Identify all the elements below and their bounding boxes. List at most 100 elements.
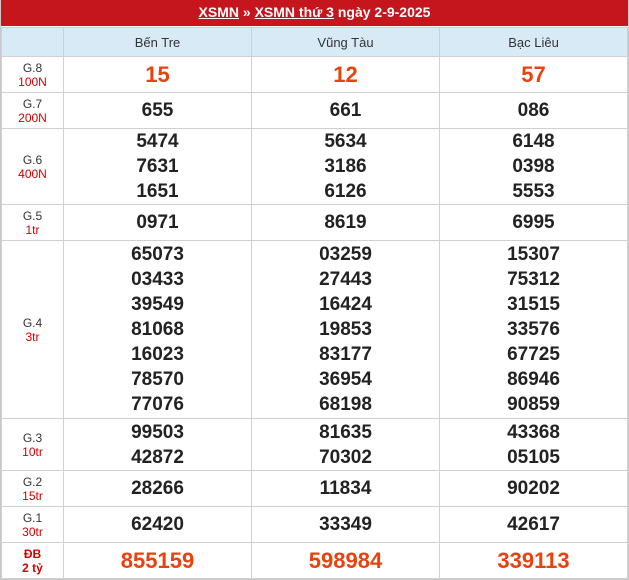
prize-label-cell: ĐB 2 tỷ [1,542,64,579]
result-number: 81068 [131,319,184,340]
result-cell: 855159 [63,542,252,579]
result-number: 43368 [507,421,560,443]
result-number: 70302 [319,446,372,468]
prize-label-cell: G.4 3tr [1,240,64,419]
result-cell: 81635 70302 [251,418,440,471]
prize-amount: 200N [18,110,47,125]
result-number: 42617 [507,514,560,535]
result-number: 81635 [319,421,372,443]
prize-amount: 15tr [22,488,43,503]
prize-name: G.2 [22,474,43,489]
result-number: 39549 [131,294,184,315]
result-cell: 5474 7631 1651 [63,128,252,205]
result-number: 19853 [319,319,372,340]
result-number: 16023 [131,344,184,365]
result-number: 36954 [319,369,372,390]
prize-name: G.8 [22,60,43,75]
prize-row-g4: G.4 3tr 65073 03433 39549 81068 16023 78570 7707… [1,240,628,419]
result-number: 57 [521,61,546,87]
result-number: 0398 [512,156,555,177]
prize-row-g5: G.5 1tr 0971 8619 6995 [1,204,628,241]
province-header: Bến Tre [63,27,252,57]
result-number: 339113 [497,547,570,573]
result-cell: 62420 [63,506,252,543]
prize-name: G.3 [22,430,43,445]
result-number: 75312 [507,269,560,290]
result-number: 33576 [507,319,560,340]
result-number: 78570 [131,369,184,390]
province-header: Vũng Tàu [251,27,440,57]
result-number: 855159 [120,547,195,573]
prize-name: G.7 [22,96,43,111]
prize-name: G.6 [22,152,43,167]
province-header: Bạc Liêu [439,27,628,57]
title-separator: » [242,4,251,20]
result-cell: 11834 [251,470,440,507]
result-number: 3186 [324,156,367,177]
result-number: 15 [145,61,170,87]
result-number: 28266 [131,478,184,499]
results-title-bar: XSMN » XSMN thứ 3 ngày 2-9-2025 [1,0,628,27]
prize-row-g7: G.7 200N 655 661 086 [1,92,628,129]
prize-row-g2: G.2 15tr 28266 11834 90202 [1,470,628,507]
prize-amount: 30tr [22,524,43,539]
result-number: 6995 [512,212,555,233]
xsmn-link[interactable]: XSMN [199,4,239,20]
result-number: 90859 [507,394,560,415]
prize-amount: 2 tỷ [22,560,43,575]
result-cell: 15307 75312 31515 33576 67725 86946 90859 [439,240,628,419]
prize-row-g3: G.3 10tr 99503 42872 81635 70302 43368 05105 [1,418,628,471]
prize-label-cell: G.1 30tr [1,506,64,543]
result-number: 661 [329,100,362,121]
prize-label-cell: G.3 10tr [1,418,64,471]
prize-label-cell: G.8 100N [1,56,64,93]
result-number: 655 [141,100,174,121]
prize-row-db: ĐB 2 tỷ 855159 598984 339113 [1,542,628,579]
xsmn-weekday-link[interactable]: XSMN thứ 3 [255,4,334,20]
prize-amount: 10tr [22,444,43,459]
result-number: 86946 [507,369,560,390]
result-cell: 6148 0398 5553 [439,128,628,205]
results-panel: XSMN » XSMN thứ 3 ngày 2-9-2025 Bến Tre … [0,0,629,580]
result-number: 77076 [131,394,184,415]
result-cell: 0971 [63,204,252,241]
prize-row-g1: G.1 30tr 62420 33349 42617 [1,506,628,543]
prize-amount: 3tr [25,329,40,344]
result-number: 5474 [136,131,179,152]
prize-label-cell: G.7 200N [1,92,64,129]
result-cell: 42617 [439,506,628,543]
result-cell: 03259 27443 16424 19853 83177 36954 68198 [251,240,440,419]
result-cell: 12 [251,56,440,93]
prize-row-g8: G.8 100N 15 12 57 [1,56,628,93]
prize-name: G.5 [22,208,43,223]
header-corner [1,27,64,57]
result-cell: 086 [439,92,628,129]
result-cell: 598984 [251,542,440,579]
prize-name: G.4 [22,315,43,330]
prize-amount: 1tr [25,222,40,237]
result-number: 05105 [507,446,560,468]
result-number: 90202 [507,478,560,499]
result-number: 42872 [131,446,184,468]
result-cell: 43368 05105 [439,418,628,471]
result-cell: 339113 [439,542,628,579]
result-cell: 28266 [63,470,252,507]
result-cell: 15 [63,56,252,93]
result-cell: 57 [439,56,628,93]
prize-label-cell: G.6 400N [1,128,64,205]
result-number: 33349 [319,514,372,535]
prize-row-g6: G.6 400N 5474 7631 1651 5634 3186 6126 6148 0398 5… [1,128,628,205]
result-cell: 661 [251,92,440,129]
result-number: 15307 [507,244,560,265]
result-number: 62420 [131,514,184,535]
prize-amount: 100N [18,74,47,89]
result-cell: 99503 42872 [63,418,252,471]
result-number: 68198 [319,394,372,415]
result-number: 8619 [324,212,367,233]
prize-amount: 400N [18,166,47,181]
prize-label-cell: G.2 15tr [1,470,64,507]
prize-name: G.1 [22,510,43,525]
result-cell: 33349 [251,506,440,543]
result-number: 27443 [319,269,372,290]
result-number: 83177 [319,344,372,365]
